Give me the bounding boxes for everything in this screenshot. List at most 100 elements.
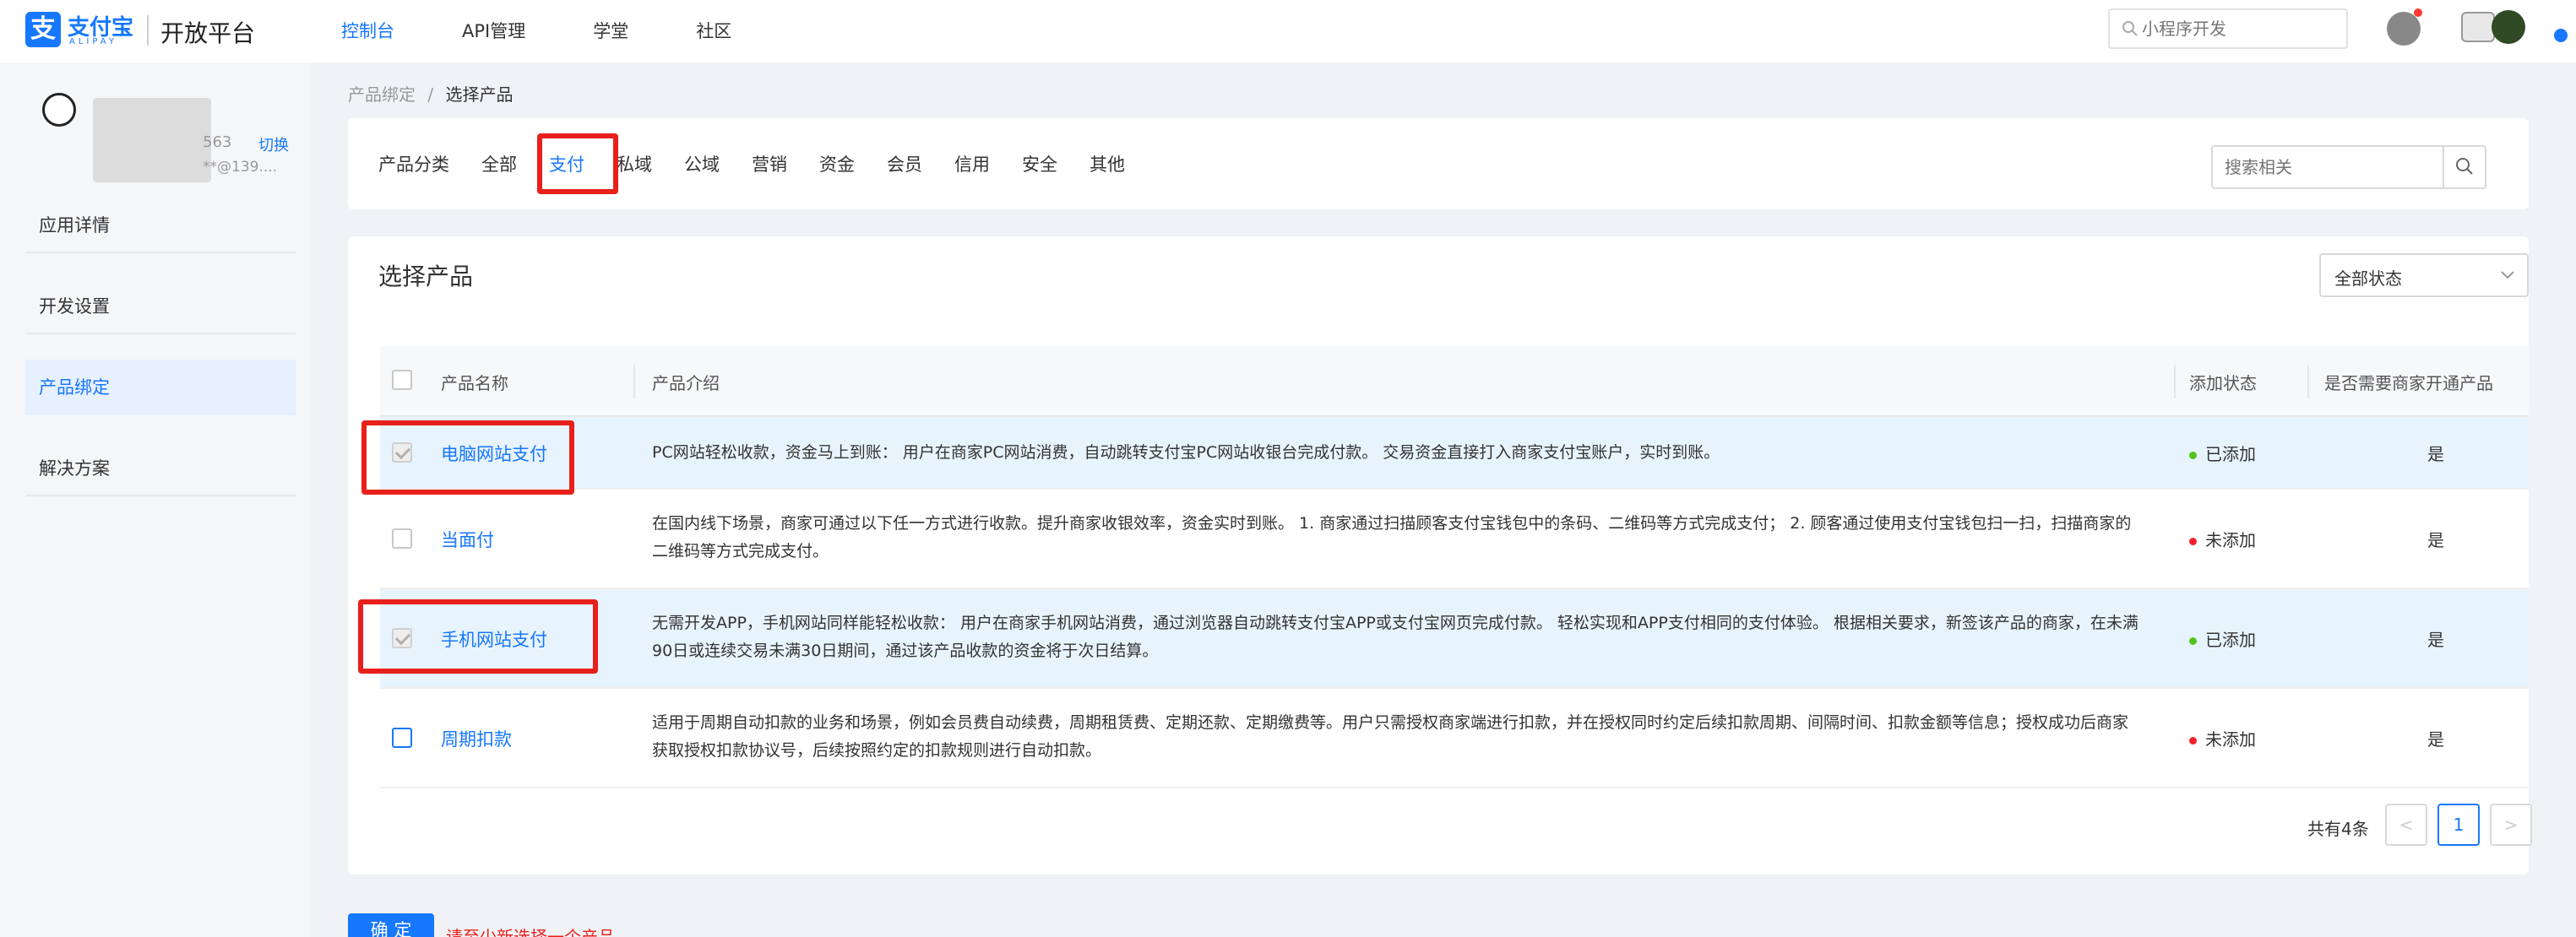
breadcrumb-parent[interactable]: 产品绑定 [348,84,416,105]
column-divider [2307,365,2309,398]
row-checkbox[interactable] [392,728,412,748]
alipay-logo[interactable]: 支 支付宝 ALIPAY 开放平台 [25,10,312,54]
product-description: 无需开发APP，手机网站同样能轻松收款： 用户在商家手机网站消费，通过浏览器自动… [652,614,2139,660]
product-description: PC网站轻松收款，资金马上到账： 用户在商家PC网站消费，自动跳转支付宝PC网站… [652,443,1720,462]
row-highlight-box [361,420,574,495]
product-search-button[interactable] [2443,147,2485,187]
table-row[interactable]: 手机网站支付 无需开发APP，手机网站同样能轻松收款： 用户在商家手机网站消费，… [380,589,2529,689]
confirm-button[interactable]: 确 定 [348,913,434,937]
row-checkbox[interactable] [392,528,412,549]
nav-api-management[interactable]: API管理 [462,0,525,62]
activation-required: 是 [2427,444,2444,464]
category-filter-card: 产品分类 全部 支付 私域 公域 营销 资金 会员 信用 安全 其他 [348,118,2529,209]
account-panel: 563 切换 **@139.... [25,81,304,191]
table-row[interactable]: 周期扣款 适用于周期自动扣款的业务和场景，例如会员费自动续费，周期租赁费、定期还… [380,689,2529,788]
notification-badge [2414,8,2422,17]
logo-divider [147,15,149,46]
product-description: 在国内线下场景，商家可通过以下任一方式进行收款。提升商家收银效率，资金实时到账。… [652,514,2132,561]
page-1-button[interactable]: 1 [2437,804,2480,846]
sidebar: 563 切换 **@139.... 应用详情 开发设置 产品绑定 解决方案 [0,62,309,937]
validation-hint: 请至少新选择一个产品 [446,927,615,937]
status-badge: 未添加 [2189,527,2256,551]
search-icon [2456,158,2473,175]
tab-security[interactable]: 安全 [1022,151,1057,176]
status-text: 未添加 [2205,530,2256,550]
logo-subtext: ALIPAY [69,37,117,46]
notification-bell-icon[interactable] [2387,12,2421,46]
top-search-input[interactable] [2142,14,2341,44]
top-bar: 支 支付宝 ALIPAY 开放平台 控制台 API管理 学堂 社区 [0,0,2576,62]
account-avatar [42,93,76,127]
product-name-link[interactable]: 当面付 [441,527,494,552]
category-tabs: 产品分类 全部 支付 私域 公域 营销 资金 会员 信用 安全 其他 [378,118,1157,209]
tab-membership[interactable]: 会员 [887,151,922,176]
nav-console[interactable]: 控制台 [341,0,394,62]
col-merchant-activation: 是否需要商家开通产品 [2324,373,2493,393]
page-title: 选择产品 [378,263,474,290]
activation-required: 是 [2427,630,2444,650]
breadcrumb: 产品绑定 / 选择产品 [348,81,513,106]
product-selection-card: 选择产品 全部状态 产品名称 产品介绍 添加状态 是否需要商家开通产品 电脑网站… [348,236,2532,875]
help-icon[interactable] [2554,29,2568,42]
product-name-link[interactable]: 周期扣款 [441,726,512,751]
status-badge: 未添加 [2189,726,2256,750]
tab-funds[interactable]: 资金 [819,151,855,176]
nav-academy[interactable]: 学堂 [593,0,628,62]
breadcrumb-current: 选择产品 [445,84,514,105]
activation-required: 是 [2427,729,2444,750]
column-divider [2174,365,2176,398]
prev-page-button[interactable]: < [2385,804,2427,846]
total-count: 共有4条 [2307,819,2369,839]
tab-private-domain[interactable]: 私域 [617,151,652,176]
sidebar-item-dev-settings[interactable]: 开发设置 [25,279,296,334]
account-id: 563 [203,133,232,151]
breadcrumb-separator: / [427,84,434,105]
tab-marketing[interactable]: 营销 [752,151,787,176]
status-badge: 已添加 [2189,441,2256,465]
col-product-intro: 产品介绍 [652,373,720,393]
status-text: 已添加 [2205,630,2256,650]
status-dot-not-added [2189,538,2197,545]
nav-community[interactable]: 社区 [696,0,731,62]
search-icon [2122,21,2138,36]
tab-other[interactable]: 其他 [1090,151,1125,176]
table-header: 产品名称 产品介绍 添加状态 是否需要商家开通产品 [380,346,2529,417]
pagination: 共有4条 < 1 > [348,804,2532,851]
next-page-button[interactable]: > [2490,804,2532,846]
status-filter-value: 全部状态 [2334,268,2402,289]
col-add-status: 添加状态 [2189,373,2257,393]
activation-required: 是 [2427,530,2444,550]
table-row[interactable]: 当面付 在国内线下场景，商家可通过以下任一方式进行收款。提升商家收银效率，资金实… [380,490,2529,589]
status-badge: 已添加 [2189,626,2256,651]
table-row[interactable]: 电脑网站支付 PC网站轻松收款，资金马上到账： 用户在商家PC网站消费，自动跳转… [380,417,2529,490]
status-dot-not-added [2189,737,2197,745]
product-search-input[interactable] [2225,152,2410,182]
main-nav: 控制台 API管理 学堂 社区 [341,0,799,62]
col-product-name: 产品名称 [441,373,508,393]
switch-account-link[interactable]: 切换 [258,133,289,155]
status-dot-added [2189,637,2197,645]
status-text: 已添加 [2205,444,2256,464]
product-description: 适用于周期自动扣款的业务和场景，例如会员费自动续费，周期租赁费、定期还款、定期缴… [652,713,2129,760]
tab-all[interactable]: 全部 [481,151,517,176]
sidebar-item-app-details[interactable]: 应用详情 [25,198,296,253]
avatar[interactable] [2492,10,2525,44]
top-search-box [2108,8,2348,49]
product-search-box [2211,145,2486,189]
tab-credit[interactable]: 信用 [954,151,990,176]
sidebar-menu: 应用详情 开发设置 产品绑定 解决方案 [25,198,296,522]
sidebar-item-solutions[interactable]: 解决方案 [25,441,296,496]
workspace-icon[interactable] [2461,12,2495,42]
platform-name: 开放平台 [160,19,256,47]
tab-public-domain[interactable]: 公域 [684,151,720,176]
account-email: **@139.... [203,159,278,176]
blurred-account-name [93,98,211,182]
status-dot-added [2189,452,2197,459]
select-all-checkbox[interactable] [392,370,412,390]
sidebar-item-product-binding[interactable]: 产品绑定 [25,360,296,415]
row-highlight-box [358,599,598,674]
category-label: 产品分类 [378,154,449,175]
status-filter-select[interactable]: 全部状态 [2319,253,2529,297]
alipay-logo-icon: 支 [25,12,61,47]
chevron-down-icon [2501,271,2514,279]
